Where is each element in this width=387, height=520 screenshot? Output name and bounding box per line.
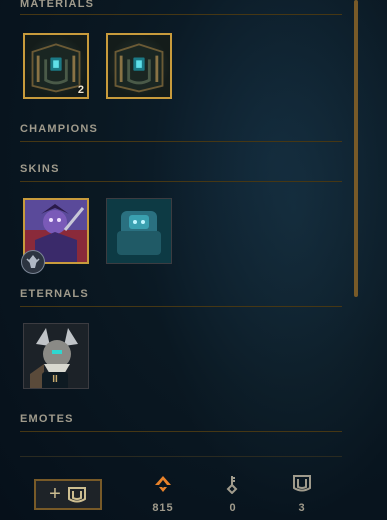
section-title-materials: MATERIALS <box>20 0 95 10</box>
chest-value: 3 <box>298 502 306 514</box>
skin-portrait-image <box>107 199 171 263</box>
section-title-emotes: EMOTES <box>20 413 74 425</box>
material-tile-hextech-chest[interactable]: 2 <box>23 33 89 99</box>
item-count: 2 <box>77 84 84 96</box>
divider <box>20 181 342 182</box>
key-icon <box>226 476 238 494</box>
section-title-champions: CHAMPIONS <box>20 123 99 135</box>
eternal-series-badge: II <box>42 372 68 388</box>
section-title-eternals: ETERNALS <box>20 288 89 300</box>
currency-orange-essence: 815 <box>138 474 188 514</box>
currency-chests: 3 <box>277 474 327 514</box>
chest-icon <box>293 475 311 492</box>
key-value: 0 <box>229 502 237 514</box>
eternal-tile[interactable]: II <box>23 323 89 389</box>
add-chest-button[interactable]: + <box>34 479 102 510</box>
divider <box>20 431 342 432</box>
skin-tile-2[interactable] <box>106 198 172 264</box>
divider <box>20 141 342 142</box>
material-tile-hextech-chest[interactable] <box>106 33 172 99</box>
currency-keys: 0 <box>208 474 258 514</box>
divider <box>20 14 342 15</box>
section-title-skins: SKINS <box>20 163 60 175</box>
hextech-chest-icon <box>114 43 164 93</box>
background-glow <box>150 0 387 520</box>
orange-essence-icon <box>155 476 171 492</box>
mastery-crest-icon <box>26 255 40 268</box>
mastery-badge-icon <box>21 250 45 274</box>
skin-tile-1[interactable] <box>21 198 89 274</box>
divider <box>20 306 342 307</box>
footer-divider <box>20 456 342 457</box>
plus-icon: + <box>49 483 61 505</box>
plus-chest-icon <box>67 486 86 502</box>
scrollbar-thumb[interactable] <box>354 0 358 297</box>
orange-essence-value: 815 <box>152 502 174 514</box>
